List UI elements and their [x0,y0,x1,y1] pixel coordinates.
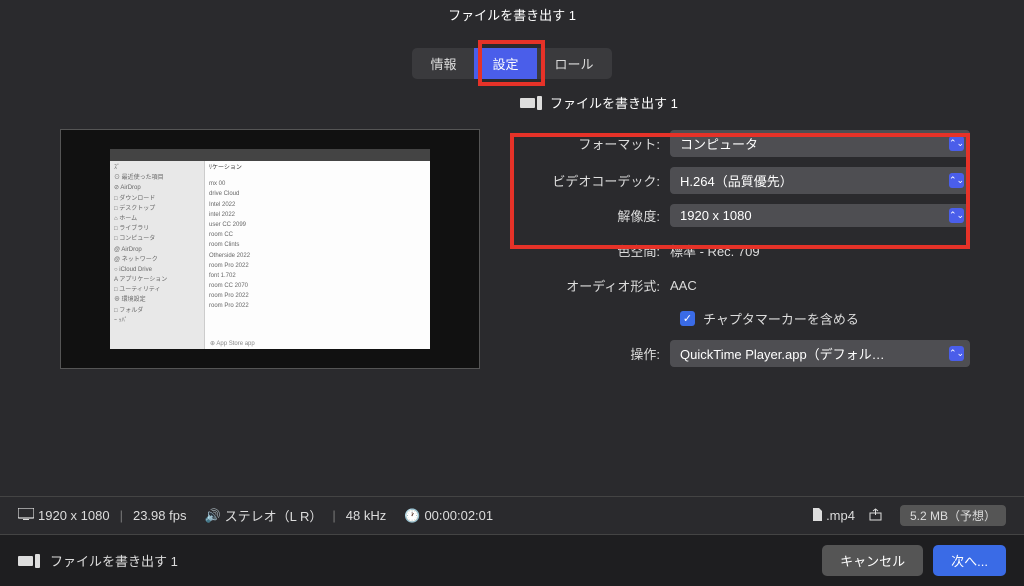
resolution-select[interactable]: 1920 x 1080 ⌃⌄ [670,204,970,227]
chapters-checkbox[interactable]: ✓ [680,311,695,326]
video-preview: ｽﾞ ⊙ 最近使った項目 ⊘ AirDrop □ ダウンロード □ デスクトップ… [60,129,480,369]
status-duration: 00:00:02:01 [424,508,493,523]
chevron-updown-icon: ⌃⌄ [949,136,964,151]
device-icon [520,96,542,110]
tab-settings[interactable]: 設定 [474,48,536,79]
tab-roles[interactable]: ロール [537,48,612,79]
section-title: ファイルを書き出す 1 [550,93,678,112]
window-title: ファイルを書き出す 1 [448,5,576,24]
audio-label: オーディオ形式: [510,276,670,295]
resolution-label: 解像度: [510,206,670,225]
chevron-updown-icon: ⌃⌄ [949,208,964,223]
codec-select[interactable]: H.264（品質優先） ⌃⌄ [670,167,970,194]
status-bar: 1920 x 1080 | 23.98 fps 🔊 ステレオ（L R） | 48… [0,496,1024,534]
clock-icon: 🕐 [404,508,420,524]
colorspace-label: 色空間: [510,241,670,260]
status-size: 5.2 MB（予想） [900,505,1006,526]
monitor-icon [18,508,34,523]
status-rate: 48 kHz [346,508,386,523]
status-resolution: 1920 x 1080 [38,508,110,523]
audio-value: AAC [670,274,1000,297]
colorspace-value: 標準 - Rec. 709 [670,237,1000,264]
codec-label: ビデオコーデック: [510,171,670,190]
chapters-label: チャプタマーカーを含める [703,309,859,328]
next-button[interactable]: 次へ... [933,545,1006,576]
device-icon [18,554,40,568]
status-audio: ステレオ（L R） [225,506,323,525]
action-label: 操作: [510,344,670,363]
chevron-updown-icon: ⌃⌄ [949,173,964,188]
file-icon [812,508,822,524]
status-extension: .mp4 [826,508,855,523]
speaker-icon: 🔊 [204,508,220,524]
cancel-button[interactable]: キャンセル [822,545,923,576]
tab-info[interactable]: 情報 [412,48,474,79]
status-fps: 23.98 fps [133,508,187,523]
footer-title: ファイルを書き出す 1 [50,551,178,570]
share-icon [869,508,882,524]
tabs-container: 情報 設定 ロール [0,28,1024,89]
footer-bar: ファイルを書き出す 1 キャンセル 次へ... [0,534,1024,586]
format-select[interactable]: コンピュータ ⌃⌄ [670,130,970,157]
format-label: フォーマット: [510,134,670,153]
chevron-updown-icon: ⌃⌄ [949,346,964,361]
window-titlebar: ファイルを書き出す 1 [0,0,1024,28]
action-select[interactable]: QuickTime Player.app（デフォル… ⌃⌄ [670,340,970,367]
